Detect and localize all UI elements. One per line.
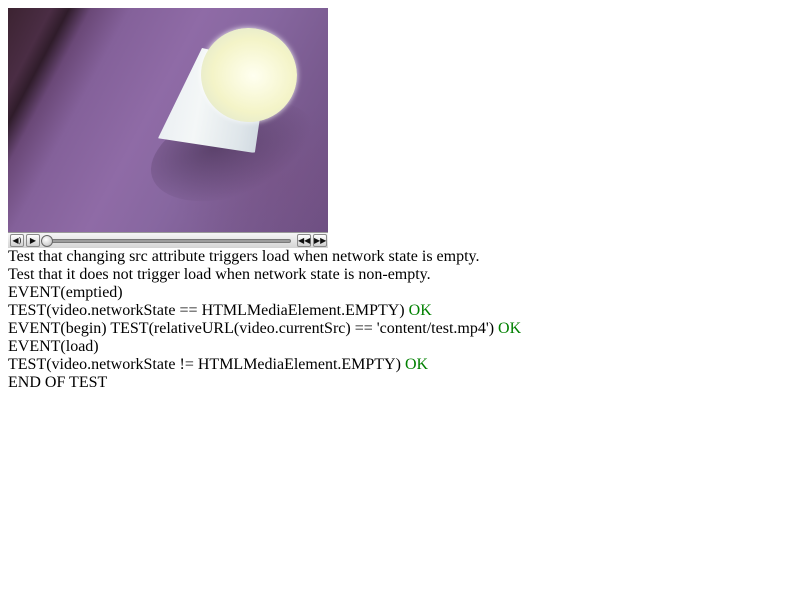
play-triangle-icon[interactable]: ▶: [26, 234, 40, 247]
log-line: TEST(video.networkState == HTMLMediaElem…: [8, 302, 792, 320]
log-text: EVENT(begin) TEST(relativeURL(video.curr…: [8, 320, 499, 337]
progress-track[interactable]: [43, 239, 291, 243]
ok-status: OK: [408, 302, 432, 319]
log-text: Test that changing src attribute trigger…: [8, 248, 480, 265]
video-frame: [8, 8, 328, 232]
log-text: TEST(video.networkState == HTMLMediaElem…: [8, 302, 409, 319]
log-line: TEST(video.networkState != HTMLMediaElem…: [8, 356, 792, 374]
speaker-icon[interactable]: ◀): [10, 234, 24, 247]
page: ◀) ▶ ◀◀ ▶▶ Test that changing src attrib…: [8, 8, 792, 392]
log-text: EVENT(emptied): [8, 284, 123, 301]
ok-status: OK: [498, 320, 522, 337]
log-text: END OF TEST: [8, 374, 108, 391]
video-controls: ◀) ▶ ◀◀ ▶▶: [8, 232, 328, 248]
log-line: END OF TEST: [8, 374, 792, 392]
log-line: EVENT(begin) TEST(relativeURL(video.curr…: [8, 320, 792, 338]
video-player[interactable]: ◀) ▶ ◀◀ ▶▶: [8, 8, 328, 248]
log-line: EVENT(emptied): [8, 284, 792, 302]
log-text: EVENT(load): [8, 338, 99, 355]
rewind-icon[interactable]: ◀◀: [297, 234, 311, 247]
log-line: Test that it does not trigger load when …: [8, 266, 792, 284]
log-line: Test that changing src attribute trigger…: [8, 248, 792, 266]
forward-icon[interactable]: ▶▶: [313, 234, 327, 247]
progress-thumb[interactable]: [41, 235, 53, 247]
log-line: EVENT(load): [8, 338, 792, 356]
log-text: Test that it does not trigger load when …: [8, 266, 431, 283]
log-text: TEST(video.networkState != HTMLMediaElem…: [8, 356, 405, 373]
test-log: Test that changing src attribute trigger…: [8, 248, 792, 392]
ok-status: OK: [404, 356, 429, 373]
